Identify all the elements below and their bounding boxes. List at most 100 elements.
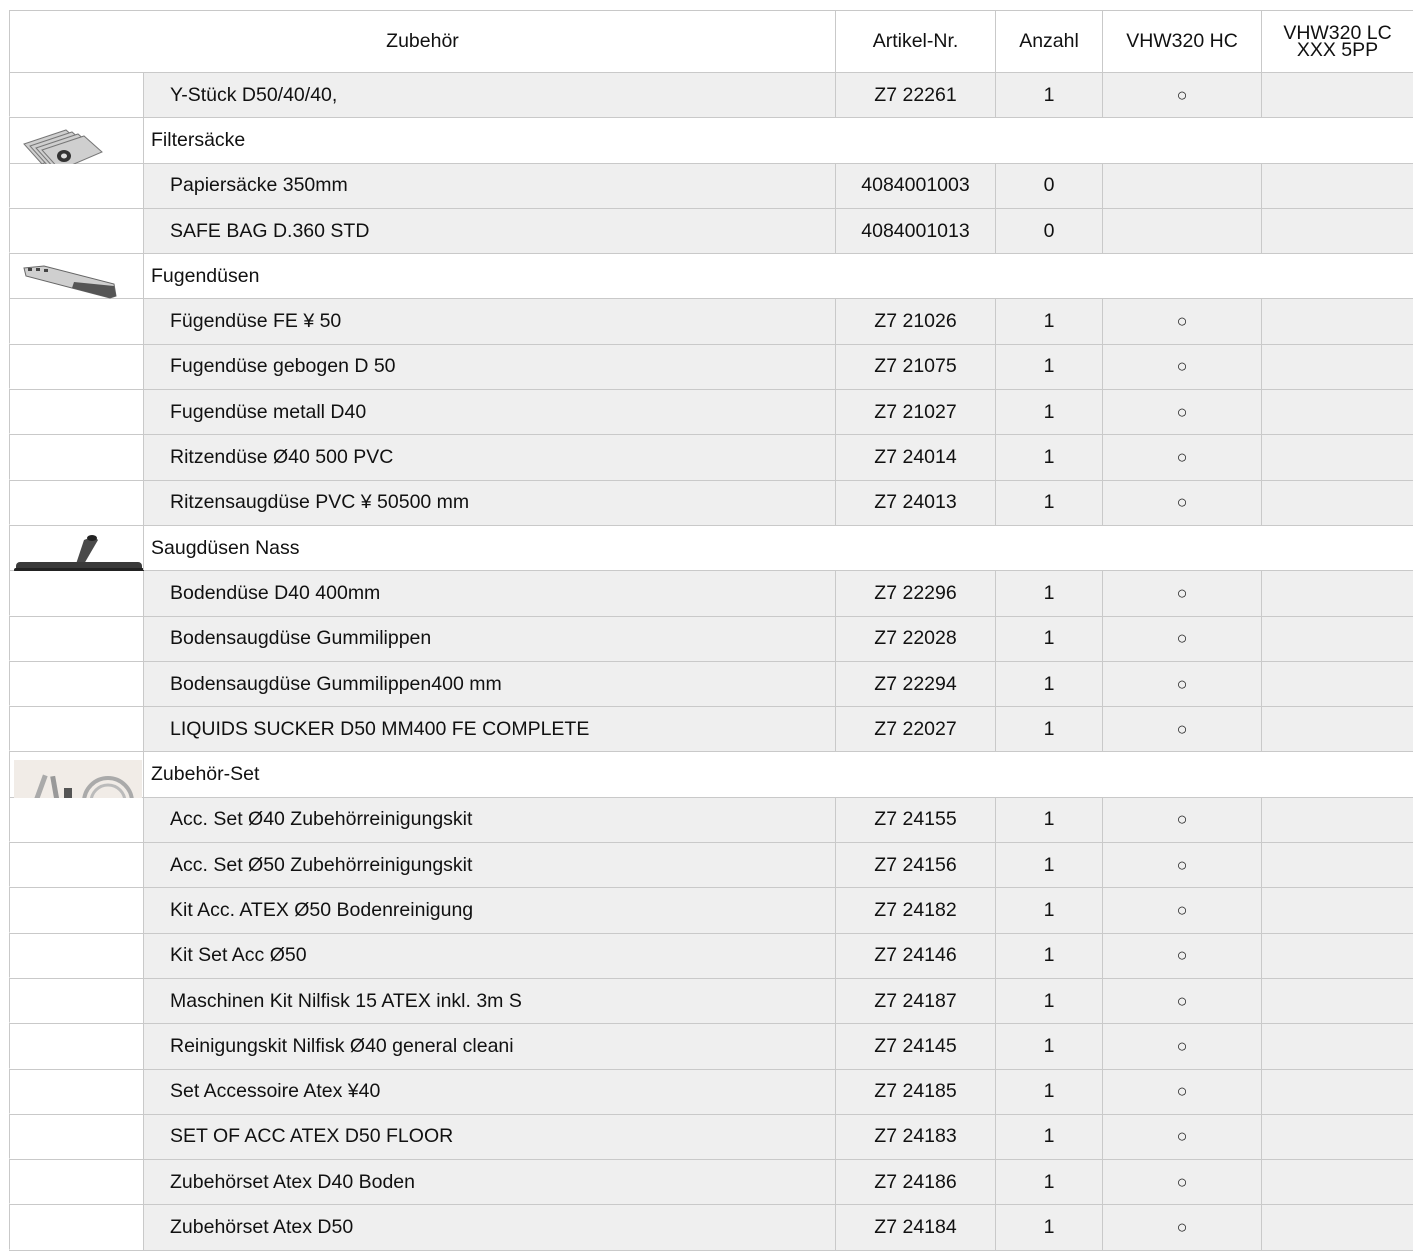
row-image-cell bbox=[9, 344, 143, 390]
header-vhw320-hc: VHW320 HC bbox=[1102, 11, 1261, 72]
article-number: Z7 24185 bbox=[835, 1069, 995, 1114]
group-row-zubeh-r-set: Zubehör-Set bbox=[9, 752, 1413, 855]
vhw320-hc-mark: ○ bbox=[1102, 1069, 1261, 1114]
quantity: 1 bbox=[995, 933, 1102, 978]
item-name: Kit Acc. ATEX Ø50 Bodenreinigung bbox=[143, 888, 835, 933]
group-image-cell bbox=[9, 525, 144, 572]
article-number: Z7 24187 bbox=[835, 978, 995, 1024]
vhw320-lc-mark bbox=[1261, 344, 1413, 390]
table-row: Zubehörset Atex D50 Z7 24184 1 ○ bbox=[9, 1205, 1413, 1251]
group-image-cell bbox=[9, 118, 143, 171]
vhw320-lc-mark bbox=[1261, 208, 1413, 254]
table-row: Bodensaugdüse Gummilippen Z7 22028 1 ○ bbox=[9, 616, 1413, 662]
row-image-cell bbox=[9, 888, 143, 933]
vhw320-hc-mark: ○ bbox=[1102, 843, 1261, 888]
quantity: 1 bbox=[995, 1205, 1102, 1250]
table-row: Fügendüse FE ¥ 50 Z7 21026 1 ○ bbox=[9, 299, 1413, 345]
item-name: Reinigungskit Nilfisk Ø40 general cleani bbox=[143, 1024, 835, 1069]
item-name: SAFE BAG D.360 STD bbox=[143, 208, 835, 254]
vhw320-hc-mark: ○ bbox=[1102, 978, 1261, 1024]
row-image-cell bbox=[9, 616, 143, 661]
article-number: Z7 22261 bbox=[835, 73, 995, 118]
vhw320-lc-mark bbox=[1261, 978, 1413, 1024]
article-number: Z7 24145 bbox=[835, 1024, 995, 1069]
table-row: Bodendüse D40 400mm Z7 22296 1 ○ bbox=[9, 571, 1413, 617]
vhw320-lc-mark bbox=[1261, 843, 1413, 888]
table-row: Maschinen Kit Nilfisk 15 ATEX inkl. 3m S… bbox=[9, 978, 1413, 1025]
quantity: 1 bbox=[995, 390, 1102, 435]
vhw320-hc-mark: ○ bbox=[1102, 299, 1261, 344]
table-row: Reinigungskit Nilfisk Ø40 general cleani… bbox=[9, 1024, 1413, 1070]
row-image-cell bbox=[9, 299, 143, 344]
item-name: Bodendüse D40 400mm bbox=[143, 571, 835, 616]
table-row: Zubehörset Atex D40 Boden Z7 24186 1 ○ bbox=[9, 1160, 1413, 1206]
quantity: 1 bbox=[995, 616, 1102, 661]
row-image-cell bbox=[9, 163, 143, 208]
row-image-cell bbox=[9, 390, 143, 435]
item-name: Fugendüse gebogen D 50 bbox=[143, 344, 835, 390]
vhw320-hc-mark: ○ bbox=[1102, 661, 1261, 707]
vhw320-hc-mark: ○ bbox=[1102, 797, 1261, 843]
header-lc-line2: XXX 5PP bbox=[1296, 38, 1379, 61]
vhw320-lc-mark bbox=[1261, 1024, 1413, 1069]
vhw320-lc-mark bbox=[1261, 1160, 1413, 1205]
row-image-cell bbox=[9, 571, 143, 616]
vhw320-hc-mark: ○ bbox=[1102, 571, 1261, 616]
group-title: Filtersäcke bbox=[143, 118, 1413, 163]
row-image-cell bbox=[9, 978, 143, 1024]
vhw320-lc-mark bbox=[1261, 299, 1413, 344]
vhw320-lc-mark bbox=[1261, 1114, 1413, 1160]
vhw320-lc-mark bbox=[1261, 390, 1413, 435]
quantity: 1 bbox=[995, 843, 1102, 888]
quantity: 1 bbox=[995, 661, 1102, 707]
table-row: Set Accessoire Atex ¥40 Z7 24185 1 ○ bbox=[9, 1069, 1413, 1115]
row-image-cell bbox=[9, 1160, 143, 1205]
header-vhw320-lc: VHW320 LC XXX 5PP bbox=[1261, 11, 1413, 72]
vhw320-lc-mark bbox=[1261, 888, 1413, 933]
article-number: Z7 24184 bbox=[835, 1205, 995, 1250]
table-row: SAFE BAG D.360 STD 4084001013 0 bbox=[9, 208, 1413, 255]
table-row: Kit Acc. ATEX Ø50 Bodenreinigung Z7 24182… bbox=[9, 888, 1413, 934]
table-row: Fugendüse metall D40 Z7 21027 1 ○ bbox=[9, 390, 1413, 436]
article-number: Z7 24186 bbox=[835, 1160, 995, 1205]
item-name: Acc. Set Ø50 Zubehörreinigungskit bbox=[143, 843, 835, 888]
row-image-cell bbox=[9, 843, 143, 888]
table-row: Y-Stück D50/40/40, Z7 22261 1 ○ bbox=[9, 73, 1413, 119]
quantity: 1 bbox=[995, 978, 1102, 1024]
article-number: Z7 24182 bbox=[835, 888, 995, 933]
item-name: LIQUIDS SUCKER D50 MM400 FE COMPLETE bbox=[143, 707, 835, 752]
vhw320-hc-mark: ○ bbox=[1102, 435, 1261, 480]
quantity: 1 bbox=[995, 797, 1102, 843]
vhw320-lc-mark bbox=[1261, 571, 1413, 616]
vhw320-hc-mark: ○ bbox=[1102, 1114, 1261, 1160]
row-image-cell bbox=[9, 1024, 143, 1069]
item-name: Set Accessoire Atex ¥40 bbox=[143, 1069, 835, 1114]
vhw320-hc-mark: ○ bbox=[1102, 888, 1261, 933]
item-name: Zubehörset Atex D40 Boden bbox=[143, 1160, 835, 1205]
vhw320-hc-mark: ○ bbox=[1102, 344, 1261, 390]
vhw320-hc-mark: ○ bbox=[1102, 73, 1261, 118]
vhw320-lc-mark bbox=[1261, 707, 1413, 752]
table-row: Acc. Set Ø50 Zubehörreinigungskit Z7 2415… bbox=[9, 843, 1413, 889]
article-number: Z7 22028 bbox=[835, 616, 995, 661]
crevice-nozzle-image bbox=[23, 265, 117, 299]
vhw320-hc-mark: ○ bbox=[1102, 616, 1261, 661]
vhw320-lc-mark bbox=[1261, 797, 1413, 843]
row-image-cell bbox=[9, 73, 143, 118]
group-row-filters-cke: Filtersäcke bbox=[9, 118, 1413, 171]
header-quantity: Anzahl bbox=[995, 11, 1102, 72]
table-row: Papiersäcke 350mm 4084001003 0 bbox=[9, 163, 1413, 209]
item-name: Fügendüse FE ¥ 50 bbox=[143, 299, 835, 344]
quantity: 1 bbox=[995, 480, 1102, 525]
item-name: Y-Stück D50/40/40, bbox=[143, 73, 835, 118]
row-image-cell bbox=[9, 933, 143, 978]
vhw320-hc-mark bbox=[1102, 163, 1261, 208]
quantity: 1 bbox=[995, 1114, 1102, 1160]
row-image-cell bbox=[9, 661, 143, 707]
quantity: 1 bbox=[995, 73, 1102, 118]
item-name: Maschinen Kit Nilfisk 15 ATEX inkl. 3m S bbox=[143, 978, 835, 1024]
quantity: 1 bbox=[995, 344, 1102, 390]
article-number: Z7 24183 bbox=[835, 1114, 995, 1160]
article-number: Z7 24146 bbox=[835, 933, 995, 978]
group-row-saugd-sen-nass: Saugdüsen Nass bbox=[9, 525, 1413, 572]
